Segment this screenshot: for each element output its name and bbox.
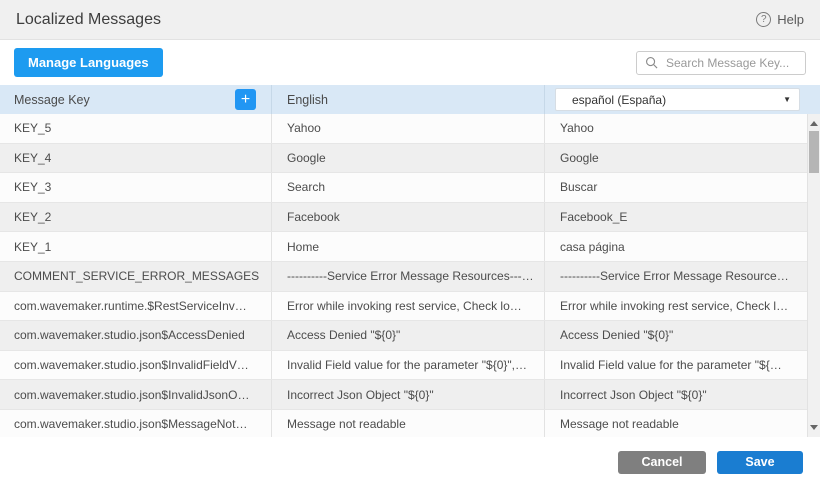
- cell-key[interactable]: com.wavemaker.studio.json$AccessDenied: [0, 321, 272, 350]
- cell-english[interactable]: Home: [272, 232, 545, 261]
- table-row: com.wavemaker.studio.json$AccessDeniedAc…: [0, 321, 820, 351]
- chevron-down-icon: ▼: [783, 95, 791, 104]
- cell-translation[interactable]: Buscar: [545, 173, 820, 202]
- language-select[interactable]: español (España) ▼: [555, 88, 800, 111]
- cell-key[interactable]: com.wavemaker.runtime.$RestServiceInv…: [0, 292, 272, 321]
- search-box[interactable]: [636, 51, 806, 75]
- manage-languages-button[interactable]: Manage Languages: [14, 48, 163, 77]
- cell-english[interactable]: Google: [272, 144, 545, 173]
- table-row: KEY_5YahooYahoo: [0, 114, 820, 144]
- column-header-english: English: [272, 85, 545, 114]
- cell-key[interactable]: KEY_5: [0, 114, 272, 143]
- column-header-message-key: Message Key +: [0, 85, 272, 114]
- search-icon: [645, 56, 658, 69]
- cell-english[interactable]: Incorrect Json Object "${0}": [272, 380, 545, 409]
- vertical-scrollbar[interactable]: [807, 114, 820, 437]
- add-key-button[interactable]: +: [235, 89, 256, 110]
- table-row: KEY_4GoogleGoogle: [0, 144, 820, 174]
- table-row: com.wavemaker.studio.json$InvalidJsonO…I…: [0, 380, 820, 410]
- cell-translation[interactable]: Access Denied "${0}": [545, 321, 820, 350]
- scrollbar-thumb[interactable]: [809, 131, 819, 173]
- table-header: Message Key + English español (España) ▼: [0, 85, 820, 114]
- search-input[interactable]: [664, 55, 797, 71]
- page-title: Localized Messages: [16, 11, 161, 29]
- cell-english[interactable]: ----------Service Error Message Resource…: [272, 262, 545, 291]
- cell-key[interactable]: KEY_2: [0, 203, 272, 232]
- cell-key[interactable]: com.wavemaker.studio.json$MessageNot…: [0, 410, 272, 437]
- help-label: Help: [777, 12, 804, 27]
- table-row: com.wavemaker.studio.json$MessageNot…Mes…: [0, 410, 820, 437]
- cell-translation[interactable]: Facebook_E: [545, 203, 820, 232]
- cell-key[interactable]: COMMENT_SERVICE_ERROR_MESSAGES: [0, 262, 272, 291]
- cell-key[interactable]: KEY_4: [0, 144, 272, 173]
- toolbar: Manage Languages: [0, 40, 820, 85]
- table-row: KEY_2FacebookFacebook_E: [0, 203, 820, 233]
- cell-translation[interactable]: Google: [545, 144, 820, 173]
- help-button[interactable]: ? Help: [756, 12, 804, 27]
- cancel-button[interactable]: Cancel: [618, 451, 706, 474]
- column-header-language: español (España) ▼: [545, 85, 820, 114]
- scroll-up-icon[interactable]: [810, 121, 818, 126]
- table-rows: KEY_5YahooYahooKEY_4GoogleGoogleKEY_3Sea…: [0, 114, 820, 437]
- table-row: com.wavemaker.runtime.$RestServiceInv…Er…: [0, 292, 820, 322]
- cell-english[interactable]: Facebook: [272, 203, 545, 232]
- table-row: COMMENT_SERVICE_ERROR_MESSAGES----------…: [0, 262, 820, 292]
- cell-english[interactable]: Access Denied "${0}": [272, 321, 545, 350]
- table-row: com.wavemaker.studio.json$InvalidFieldV……: [0, 351, 820, 381]
- cell-translation[interactable]: Error while invoking rest service, Check…: [545, 292, 820, 321]
- title-bar: Localized Messages ? Help: [0, 0, 820, 40]
- cell-translation[interactable]: Yahoo: [545, 114, 820, 143]
- save-button[interactable]: Save: [717, 451, 803, 474]
- footer: Cancel Save: [0, 437, 820, 487]
- table-row: KEY_1Homecasa página: [0, 232, 820, 262]
- cell-translation[interactable]: Message not readable: [545, 410, 820, 437]
- english-label: English: [287, 93, 328, 107]
- cell-translation[interactable]: casa página: [545, 232, 820, 261]
- message-key-label: Message Key: [14, 93, 90, 107]
- cell-translation[interactable]: Invalid Field value for the parameter "$…: [545, 351, 820, 380]
- cell-english[interactable]: Invalid Field value for the parameter "$…: [272, 351, 545, 380]
- cell-key[interactable]: com.wavemaker.studio.json$InvalidFieldV…: [0, 351, 272, 380]
- localized-messages-dialog: Localized Messages ? Help Manage Languag…: [0, 0, 820, 487]
- cell-key[interactable]: KEY_3: [0, 173, 272, 202]
- help-icon: ?: [756, 12, 771, 27]
- cell-translation[interactable]: ----------Service Error Message Resource…: [545, 262, 820, 291]
- cell-english[interactable]: Yahoo: [272, 114, 545, 143]
- cell-translation[interactable]: Incorrect Json Object "${0}": [545, 380, 820, 409]
- table-row: KEY_3SearchBuscar: [0, 173, 820, 203]
- cell-key[interactable]: com.wavemaker.studio.json$InvalidJsonO…: [0, 380, 272, 409]
- plus-icon: +: [241, 91, 250, 108]
- cell-key[interactable]: KEY_1: [0, 232, 272, 261]
- language-select-value: español (España): [572, 93, 666, 107]
- cell-english[interactable]: Message not readable: [272, 410, 545, 437]
- cell-english[interactable]: Error while invoking rest service, Check…: [272, 292, 545, 321]
- cell-english[interactable]: Search: [272, 173, 545, 202]
- scroll-down-icon[interactable]: [810, 425, 818, 430]
- table-body: KEY_5YahooYahooKEY_4GoogleGoogleKEY_3Sea…: [0, 114, 820, 437]
